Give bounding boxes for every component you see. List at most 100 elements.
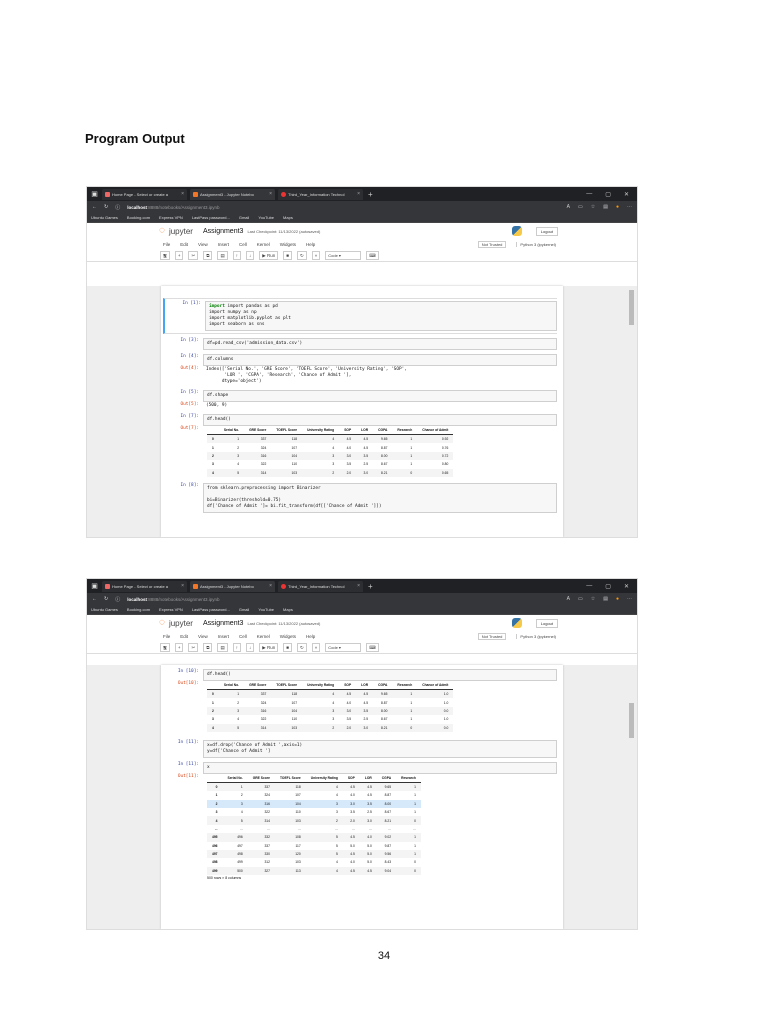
bookmark-item[interactable]: Gmail <box>239 607 249 612</box>
restart-icon[interactable]: ↻ <box>296 251 307 260</box>
menu-help[interactable]: Help <box>306 634 315 639</box>
bookmark-item[interactable]: LastPass password... <box>192 215 230 220</box>
browser-menu-icon[interactable]: ▣ <box>90 190 99 199</box>
cut-icon[interactable]: ✂ <box>188 643 199 652</box>
menu-file[interactable]: File <box>163 242 170 247</box>
code-input[interactable]: df.columns <box>203 354 557 366</box>
browser-tab-third-year[interactable]: Third_Year_Information Technol × <box>278 580 363 592</box>
jupyter-logo-icon[interactable]: ◌ <box>159 226 165 236</box>
restart-run-all-icon[interactable]: » <box>311 251 321 260</box>
menu-insert[interactable]: Insert <box>218 242 229 247</box>
stop-icon[interactable]: ■ <box>283 643 292 652</box>
copy-icon[interactable]: ⧉ <box>203 643 213 652</box>
jupyter-logo-icon[interactable]: ◌ <box>159 618 165 628</box>
code-input[interactable]: df.head() <box>203 669 557 681</box>
code-cell[interactable]: In [8]: from sklearn.preprocessing impor… <box>163 482 557 513</box>
menu-widgets[interactable]: Widgets <box>280 634 296 639</box>
back-icon[interactable]: ← <box>92 596 97 602</box>
code-input[interactable]: df.shape <box>203 390 557 402</box>
bookmark-item[interactable]: Ubuntu Games <box>91 607 118 612</box>
scrollbar[interactable] <box>629 286 634 537</box>
code-input[interactable]: df.head() <box>203 414 557 426</box>
close-window-icon[interactable]: ✕ <box>624 191 629 198</box>
menu-widgets[interactable]: Widgets <box>280 242 296 247</box>
browser-menu-icon[interactable]: ▣ <box>90 582 99 591</box>
browser-tab-jupyter[interactable]: Assignment3 - Jupyter Notebo × <box>190 580 275 592</box>
close-icon[interactable]: × <box>269 583 272 589</box>
bookmark-item[interactable]: Express VPN <box>159 607 183 612</box>
code-cell[interactable]: In [11]: x <box>163 761 557 774</box>
more-icon[interactable]: ⋯ <box>627 204 632 210</box>
scrollbar[interactable] <box>629 665 634 929</box>
code-input[interactable]: from sklearn.preprocessing import Binari… <box>203 482 557 513</box>
logout-button[interactable]: Logout <box>535 618 558 628</box>
menu-insert[interactable]: Insert <box>218 634 229 639</box>
reload-icon[interactable]: ↻ <box>104 204 108 210</box>
tabs-icon[interactable]: ▭ <box>578 596 583 602</box>
url-field[interactable]: localhost:8888/notebooks/Assignment3.ipy… <box>127 205 219 210</box>
bookmark-item[interactable]: YouTube <box>258 607 274 612</box>
move-down-icon[interactable]: ↓ <box>246 643 255 652</box>
profile-icon[interactable]: ● <box>616 204 619 210</box>
bookmark-item[interactable]: Gmail <box>239 215 249 220</box>
move-up-icon[interactable]: ↑ <box>232 643 241 652</box>
keyboard-icon[interactable]: ⌨ <box>366 251 379 260</box>
stop-icon[interactable]: ■ <box>283 251 292 260</box>
close-icon[interactable]: × <box>269 191 272 197</box>
cut-icon[interactable]: ✂ <box>188 251 199 260</box>
browser-tab-home[interactable]: Home Page - Select or create a × <box>102 188 187 200</box>
restart-run-all-icon[interactable]: » <box>311 643 321 652</box>
bookmark-item[interactable]: Booking.com <box>127 607 150 612</box>
save-icon[interactable]: 🖫 <box>160 251 170 260</box>
code-cell[interactable]: In [7]: df.head() <box>163 414 557 426</box>
browser-tab-jupyter[interactable]: Assignment3 - Jupyter Notebo × <box>190 188 275 200</box>
code-cell[interactable]: In [4]: df.columns <box>163 354 557 366</box>
close-icon[interactable]: × <box>181 583 184 589</box>
favorite-icon[interactable]: ☆ <box>591 596 595 602</box>
move-up-icon[interactable]: ↑ <box>232 251 241 260</box>
code-cell[interactable]: In [1]: import import pandas as pd impor… <box>163 298 557 334</box>
bookmark-item[interactable]: Booking.com <box>127 215 150 220</box>
code-cell[interactable]: In [3]: df=pd.read_csv('admission_data.c… <box>163 338 557 350</box>
minimize-icon[interactable]: — <box>586 191 592 198</box>
save-icon[interactable]: 🖫 <box>160 643 170 652</box>
maximize-icon[interactable]: ▢ <box>605 191 611 198</box>
paste-icon[interactable]: ▤ <box>217 643 228 652</box>
copy-icon[interactable]: ⧉ <box>203 251 213 260</box>
code-input[interactable]: df=pd.read_csv('admission_data.csv') <box>203 338 557 350</box>
bookmark-item[interactable]: Ubuntu Games <box>91 215 118 220</box>
bookmark-item[interactable]: Maps <box>283 215 293 220</box>
menu-help[interactable]: Help <box>306 242 315 247</box>
not-trusted-badge[interactable]: Not Trusted <box>477 241 507 248</box>
code-cell[interactable]: In [11]: x=df.drop('Chance of Admit ',ax… <box>163 739 557 758</box>
not-trusted-badge[interactable]: Not Trusted <box>477 633 507 640</box>
keyboard-icon[interactable]: ⌨ <box>366 643 379 652</box>
minimize-icon[interactable]: — <box>586 583 592 590</box>
menu-view[interactable]: View <box>198 242 208 247</box>
cell-type-select[interactable]: Code ▾ <box>325 643 362 652</box>
code-cell[interactable]: In [5]: df.shape <box>163 390 557 402</box>
run-button[interactable]: ▶ Run <box>259 643 279 652</box>
menu-cell[interactable]: Cell <box>239 634 247 639</box>
menu-cell[interactable]: Cell <box>239 242 247 247</box>
code-input[interactable]: x <box>203 761 557 774</box>
restart-icon[interactable]: ↻ <box>296 643 307 652</box>
notebook-name[interactable]: Assignment3 <box>203 620 243 627</box>
collections-icon[interactable]: ▤ <box>603 204 608 210</box>
collections-icon[interactable]: ▤ <box>603 596 608 602</box>
code-input[interactable]: x=df.drop('Chance of Admit ',axis=1) y=d… <box>203 739 557 758</box>
new-tab-icon[interactable]: + <box>368 190 373 199</box>
menu-kernel[interactable]: Kernel <box>257 242 270 247</box>
back-icon[interactable]: ← <box>92 204 97 210</box>
close-icon[interactable]: × <box>357 191 360 197</box>
menu-edit[interactable]: Edit <box>180 634 188 639</box>
logout-button[interactable]: Logout <box>535 226 558 236</box>
run-button[interactable]: ▶ Run <box>259 251 279 260</box>
bookmark-item[interactable]: Maps <box>283 607 293 612</box>
menu-kernel[interactable]: Kernel <box>257 634 270 639</box>
bookmark-item[interactable]: Express VPN <box>159 215 183 220</box>
browser-tab-third-year[interactable]: Third_Year_Information Technol × <box>278 188 363 200</box>
favorite-icon[interactable]: ☆ <box>591 204 595 210</box>
more-icon[interactable]: ⋯ <box>627 596 632 602</box>
paste-icon[interactable]: ▤ <box>217 251 228 260</box>
